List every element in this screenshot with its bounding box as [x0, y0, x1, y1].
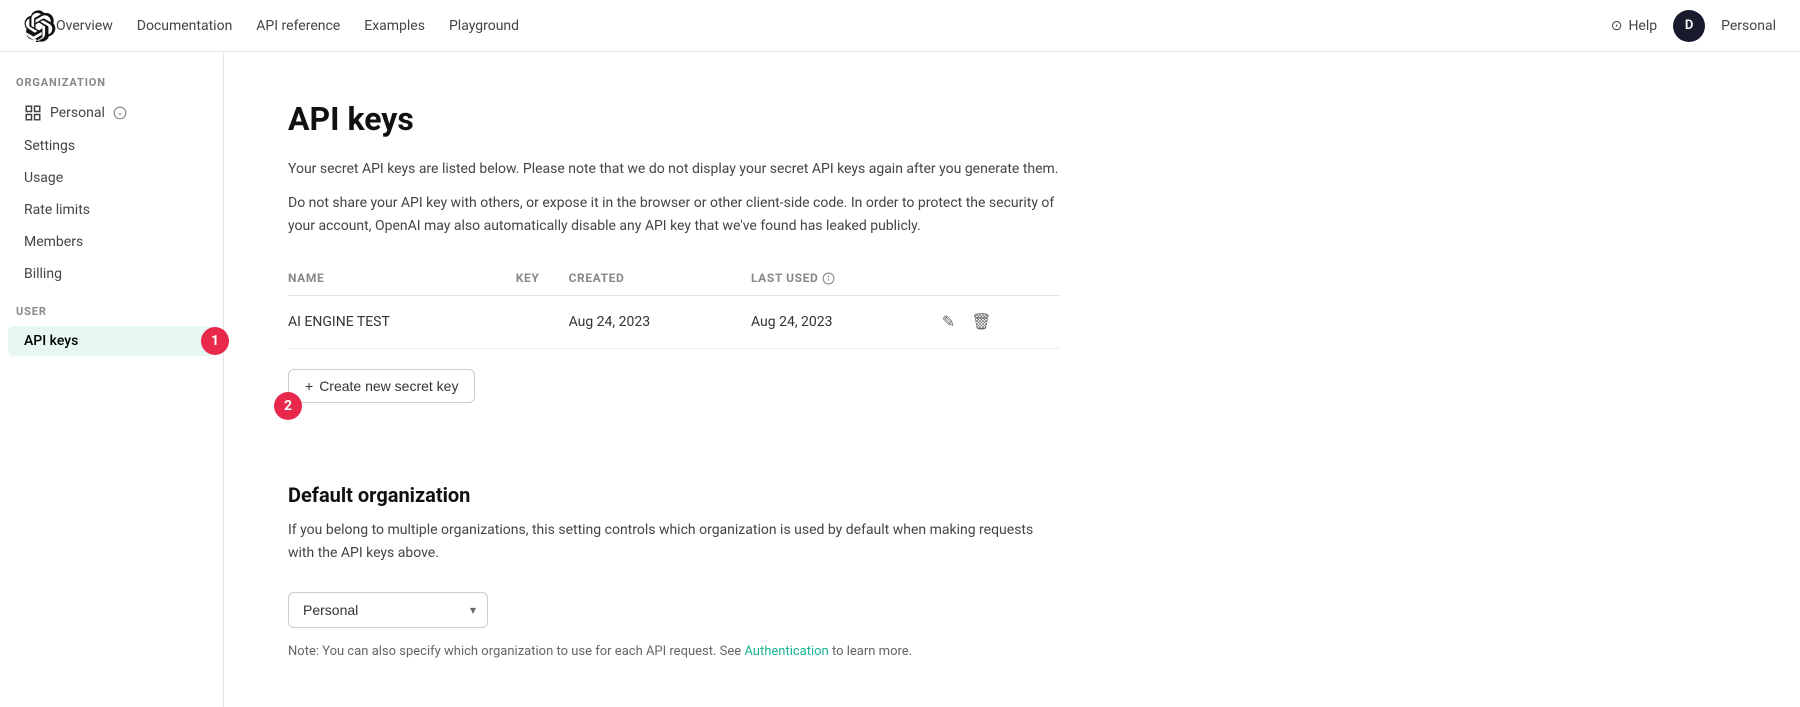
col-actions [940, 261, 1060, 296]
avatar[interactable]: D [1673, 10, 1705, 42]
sidebar-item-settings[interactable]: Settings [8, 131, 215, 161]
nav-examples[interactable]: Examples [364, 18, 425, 34]
annotation-badge-2: 2 [274, 392, 302, 420]
org-select-wrap: Personal ▾ [288, 592, 488, 628]
grid-icon [24, 104, 42, 122]
key-created: Aug 24, 2023 [569, 296, 751, 349]
nav-documentation[interactable]: Documentation [137, 18, 233, 34]
sidebar-item-usage[interactable]: Usage [8, 163, 215, 193]
edit-key-button[interactable]: ✎ [940, 310, 957, 334]
info-icon [113, 106, 127, 120]
key-name: AI ENGINE TEST [288, 296, 516, 349]
key-value [516, 296, 569, 349]
description-2: Do not share your API key with others, o… [288, 192, 1060, 237]
action-buttons: ✎ 🗑 [940, 310, 1060, 334]
create-key-label: Create new secret key [319, 378, 458, 394]
help-circle-icon: ⊙ [1611, 18, 1623, 34]
default-org-desc: If you belong to multiple organizations,… [288, 519, 1060, 564]
user-section-label: USER [0, 305, 223, 326]
nav-right: ⊙ Help D Personal [1611, 10, 1776, 42]
col-name: NAME [288, 261, 516, 296]
main-content: API keys Your secret API keys are listed… [224, 52, 1124, 707]
col-key: KEY [516, 261, 569, 296]
default-org-title: Default organization [288, 483, 1060, 507]
sidebar-item-rate-limits[interactable]: Rate limits [8, 195, 215, 225]
col-created: CREATED [569, 261, 751, 296]
api-keys-label: API keys [24, 333, 78, 349]
personal-label: Personal [1721, 18, 1776, 34]
key-last-used: Aug 24, 2023 [751, 296, 940, 349]
note-text: Note: You can also specify which organiz… [288, 644, 1060, 659]
help-button[interactable]: ⊙ Help [1611, 18, 1657, 34]
description-block: Your secret API keys are listed below. P… [288, 158, 1060, 237]
description-1: Your secret API keys are listed below. P… [288, 158, 1060, 180]
nav-overview[interactable]: Overview [56, 18, 113, 34]
org-name: Personal [50, 105, 105, 121]
authentication-link[interactable]: Authentication [744, 644, 828, 659]
plus-icon: + [305, 378, 313, 394]
top-nav: Overview Documentation API reference Exa… [0, 0, 1800, 52]
org-section-label: ORGANIZATION [0, 76, 223, 97]
layout: ORGANIZATION Personal Settings Usage Rat… [0, 52, 1800, 707]
sidebar-item-personal[interactable]: Personal [8, 97, 215, 129]
key-actions: ✎ 🗑 [940, 296, 1060, 349]
delete-key-button[interactable]: 🗑 [969, 310, 993, 334]
org-select[interactable]: Personal [288, 592, 488, 628]
sidebar: ORGANIZATION Personal Settings Usage Rat… [0, 52, 224, 707]
last-used-info-icon [822, 272, 835, 285]
sidebar-org-row: Personal [0, 97, 223, 129]
annotation-badge-1: 1 [201, 327, 229, 355]
col-last-used: LAST USED [751, 261, 940, 296]
sidebar-item-billing[interactable]: Billing [8, 259, 215, 289]
api-keys-table: NAME KEY CREATED LAST USED AI ENGINE TES… [288, 261, 1060, 349]
create-new-secret-key-button[interactable]: + Create new secret key [288, 369, 475, 403]
page-title: API keys [288, 100, 1060, 138]
nav-api-reference[interactable]: API reference [256, 18, 340, 34]
nav-links: Overview Documentation API reference Exa… [56, 18, 1611, 34]
openai-logo [24, 10, 56, 42]
help-label: Help [1628, 18, 1657, 34]
nav-playground[interactable]: Playground [449, 18, 519, 34]
sidebar-item-members[interactable]: Members [8, 227, 215, 257]
table-row: AI ENGINE TEST Aug 24, 2023 Aug 24, 2023… [288, 296, 1060, 349]
sidebar-item-api-keys[interactable]: API keys 1 [8, 326, 215, 356]
